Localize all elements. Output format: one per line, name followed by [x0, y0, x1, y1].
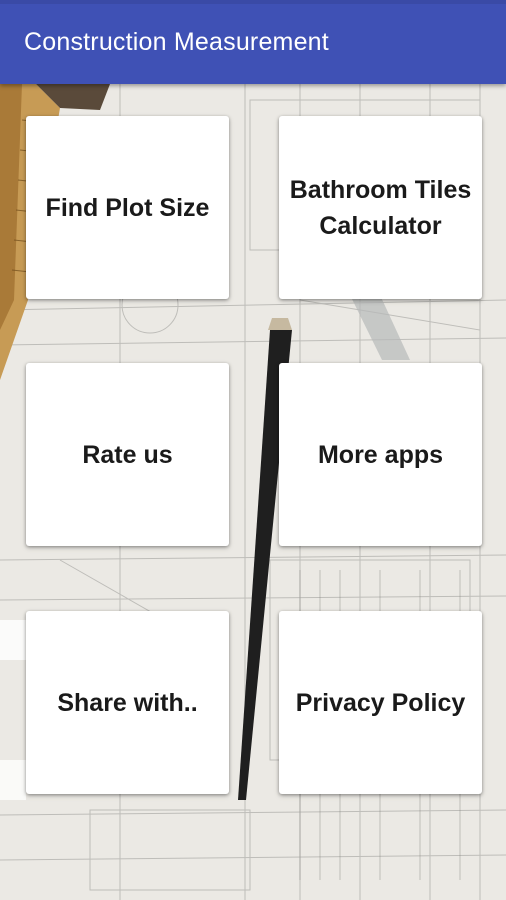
find-plot-size-button[interactable]: Find Plot Size: [26, 116, 229, 299]
app-screen: Construction Measurement Find Plot Size …: [0, 0, 506, 900]
status-bar: [0, 0, 506, 4]
rate-us-label: Rate us: [82, 440, 173, 469]
share-with-label: Share with..: [57, 688, 198, 717]
app-bar: Construction Measurement: [0, 0, 506, 84]
find-plot-size-label: Find Plot Size: [45, 193, 210, 222]
more-apps-label: More apps: [317, 440, 444, 469]
bathroom-tiles-calculator-label: Bathroom Tiles Calculator: [289, 175, 472, 240]
bathroom-tiles-calculator-button[interactable]: Bathroom Tiles Calculator: [279, 116, 482, 299]
privacy-policy-label: Privacy Policy: [295, 688, 466, 717]
app-title: Construction Measurement: [24, 28, 329, 56]
more-apps-button[interactable]: More apps: [279, 363, 482, 546]
rate-us-button[interactable]: Rate us: [26, 363, 229, 546]
privacy-policy-button[interactable]: Privacy Policy: [279, 611, 482, 794]
share-with-button[interactable]: Share with..: [26, 611, 229, 794]
